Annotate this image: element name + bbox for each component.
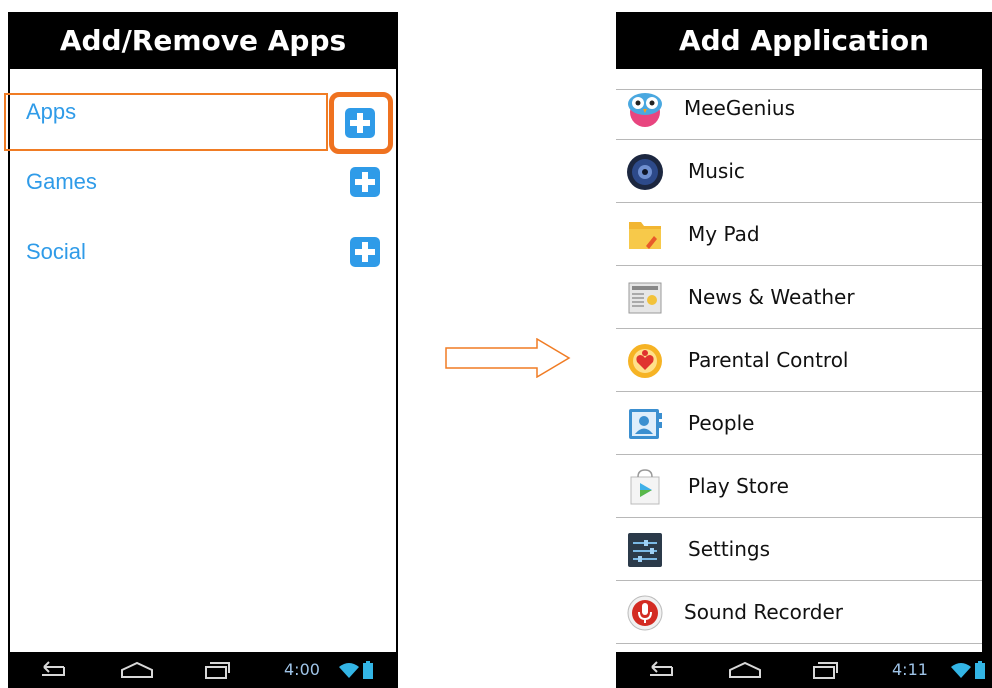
- app-item-parental-control[interactable]: Parental Control: [616, 329, 982, 392]
- add-remove-apps-screen: Add/Remove Apps Apps Games Social 4:00: [4, 12, 398, 688]
- owl-icon: [628, 93, 662, 127]
- screen-title: Add/Remove Apps: [8, 12, 398, 69]
- contact-card-icon: [629, 409, 662, 439]
- battery-icon: [975, 661, 985, 679]
- back-icon[interactable]: [38, 661, 66, 679]
- app-name: MeeGenius: [684, 96, 795, 120]
- screen-title: Add Application: [616, 12, 992, 69]
- app-name: News & Weather: [688, 285, 855, 309]
- app-name: My Pad: [688, 222, 760, 246]
- folder-icon: [629, 222, 661, 249]
- wifi-icon: [951, 663, 971, 678]
- category-list: Apps Games Social: [10, 69, 396, 652]
- app-item-settings[interactable]: Settings: [616, 518, 982, 581]
- category-label: Apps: [26, 99, 77, 124]
- category-label: Games: [26, 169, 97, 194]
- app-item-news-weather[interactable]: News & Weather: [616, 266, 982, 329]
- add-application-screen: Add Application MeeGenius Music My Pad N…: [616, 12, 992, 688]
- microphone-icon: [627, 595, 663, 631]
- back-icon[interactable]: [646, 661, 674, 679]
- app-name: Sound Recorder: [684, 600, 843, 624]
- system-nav-bar: 4:00: [8, 652, 398, 688]
- app-name: Play Store: [688, 474, 789, 498]
- heart-badge-icon: [628, 344, 662, 378]
- category-label: Social: [26, 239, 86, 264]
- play-store-bag-icon: [630, 469, 660, 505]
- home-icon[interactable]: [728, 661, 762, 679]
- recent-apps-icon[interactable]: [204, 661, 230, 679]
- app-item-meegenius[interactable]: MeeGenius: [616, 77, 982, 140]
- category-row-apps[interactable]: Apps: [10, 81, 396, 143]
- category-row-social[interactable]: Social: [10, 221, 396, 283]
- transition-arrow-icon: [445, 338, 571, 378]
- category-row-games[interactable]: Games: [10, 151, 396, 213]
- system-nav-bar: 4:11: [616, 652, 992, 688]
- app-name: Parental Control: [688, 348, 849, 372]
- app-item-play-store[interactable]: Play Store: [616, 455, 982, 518]
- app-name: Music: [688, 159, 745, 183]
- application-list: MeeGenius Music My Pad News & Weather Pa…: [616, 69, 982, 652]
- app-name: Settings: [688, 537, 771, 561]
- sliders-icon: [628, 533, 662, 567]
- app-item-my-pad[interactable]: My Pad: [616, 203, 982, 266]
- app-item-sound-recorder[interactable]: Sound Recorder: [616, 581, 982, 644]
- clock: 4:11: [892, 660, 928, 679]
- app-name: People: [688, 411, 755, 435]
- clock: 4:00: [284, 660, 320, 679]
- speaker-icon: [627, 154, 663, 190]
- battery-icon: [363, 661, 373, 679]
- recent-apps-icon[interactable]: [812, 661, 838, 679]
- newspaper-icon: [628, 282, 662, 314]
- app-item-music[interactable]: Music: [616, 140, 982, 203]
- plus-icon[interactable]: [350, 237, 380, 267]
- wifi-icon: [339, 663, 359, 678]
- home-icon[interactable]: [120, 661, 154, 679]
- app-item-people[interactable]: People: [616, 392, 982, 455]
- plus-icon[interactable]: [350, 167, 380, 197]
